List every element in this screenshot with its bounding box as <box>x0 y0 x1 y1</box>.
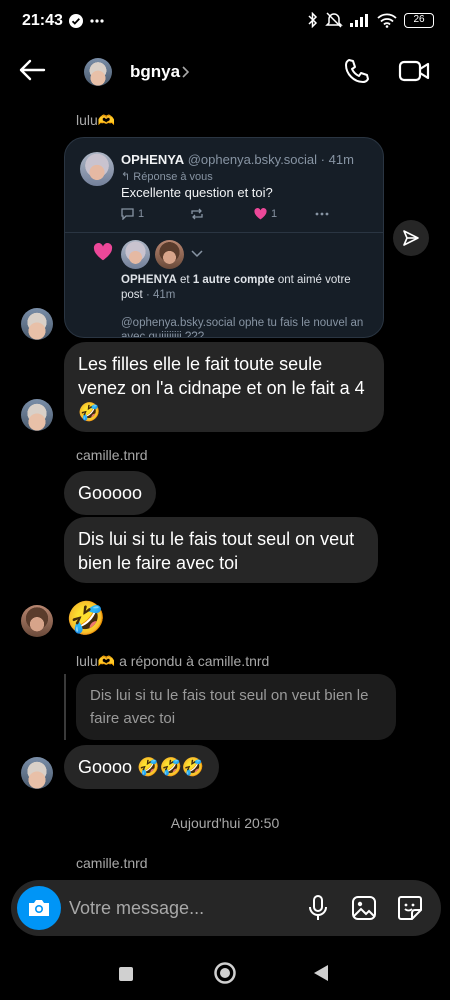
message-composer <box>11 880 441 936</box>
reply-text: @ophenya.bsky.social ophe tu fais le nou… <box>121 317 364 338</box>
post-actions: 1 1 <box>121 208 331 220</box>
check-circle-icon <box>68 13 84 29</box>
bluetooth-icon <box>308 12 318 28</box>
share-button[interactable] <box>393 220 429 256</box>
reply-indicator: ↰ Réponse à vous <box>121 171 213 183</box>
avatar <box>21 308 53 340</box>
emoji-message[interactable]: 🤣 <box>66 598 106 638</box>
wifi-icon <box>377 13 397 28</box>
gallery-icon[interactable] <box>351 895 377 921</box>
like-notification-heart-icon <box>93 243 113 261</box>
contact-name[interactable]: bgnya <box>130 62 180 82</box>
camera-icon <box>27 898 51 918</box>
post-text: Excellente question et toi? <box>121 185 273 200</box>
sender-label: camille.tnrd <box>76 855 148 871</box>
microphone-icon[interactable] <box>308 895 328 921</box>
avatar <box>21 399 53 431</box>
avatar <box>21 605 53 637</box>
message-bubble[interactable]: Goooo 🤣🤣🤣 <box>64 745 219 789</box>
home-button[interactable] <box>213 961 237 985</box>
message-bubble[interactable]: Gooooo <box>64 471 156 515</box>
battery-indicator: 26 <box>404 12 434 28</box>
system-nav-bar <box>0 950 450 1000</box>
mute-icon <box>325 12 343 28</box>
repost-icon[interactable] <box>190 208 254 220</box>
like-notification: OPHENYA et 1 autre compte ont aimé votre… <box>121 274 351 301</box>
status-icons: 26 <box>308 12 434 28</box>
back-arrow-icon[interactable] <box>18 58 46 82</box>
like-count: 1 <box>271 208 278 220</box>
message-bubble[interactable]: Les filles elle le fait toute seule vene… <box>64 342 384 432</box>
post-age: 41m <box>328 152 354 167</box>
reply-arrow-icon: ↰ <box>121 171 134 183</box>
back-button[interactable] <box>313 964 329 982</box>
sender-label: camille.tnrd <box>76 447 148 463</box>
reply-count: 1 <box>138 208 145 220</box>
recents-button[interactable] <box>118 966 134 982</box>
liker-avatar <box>155 240 184 269</box>
post-author-avatar <box>80 152 114 186</box>
post-author-handle: @ophenya.bsky.social <box>187 152 318 167</box>
phone-icon[interactable] <box>343 57 371 85</box>
timestamp: Aujourd'hui 20:50 <box>170 815 280 831</box>
avatar <box>21 757 53 789</box>
status-time: 21:43 <box>22 12 63 29</box>
signal-icon <box>350 13 370 27</box>
like-icon[interactable] <box>254 208 267 220</box>
reply-meta: lulu🫶 a répondu à camille.tnrd <box>76 653 270 669</box>
shared-post-card[interactable]: OPHENYA @ophenya.bsky.social · 41m ↰ Rép… <box>64 137 384 338</box>
chevron-right-icon[interactable] <box>181 66 189 78</box>
more-notifications-icon <box>90 19 104 23</box>
quoted-message[interactable]: Dis lui si tu le fais tout seul on veut … <box>76 674 396 740</box>
message-input[interactable] <box>69 894 289 922</box>
liker-avatar <box>121 240 150 269</box>
camera-button[interactable] <box>17 886 61 930</box>
contact-avatar[interactable] <box>84 58 112 86</box>
comment-icon[interactable] <box>121 208 134 220</box>
quote-bar <box>64 674 66 740</box>
chevron-down-icon[interactable] <box>191 250 203 258</box>
post-author: OPHENYA @ophenya.bsky.social · 41m <box>121 152 354 167</box>
message-bubble[interactable]: Dis lui si tu le fais tout seul on veut … <box>64 517 378 583</box>
post-author-name: OPHENYA <box>121 152 185 167</box>
send-icon <box>402 229 420 247</box>
sticker-icon[interactable] <box>397 895 423 921</box>
post-more-icon[interactable] <box>315 212 329 216</box>
video-camera-icon[interactable] <box>398 58 430 84</box>
sender-label: lulu🫶 <box>76 112 116 128</box>
